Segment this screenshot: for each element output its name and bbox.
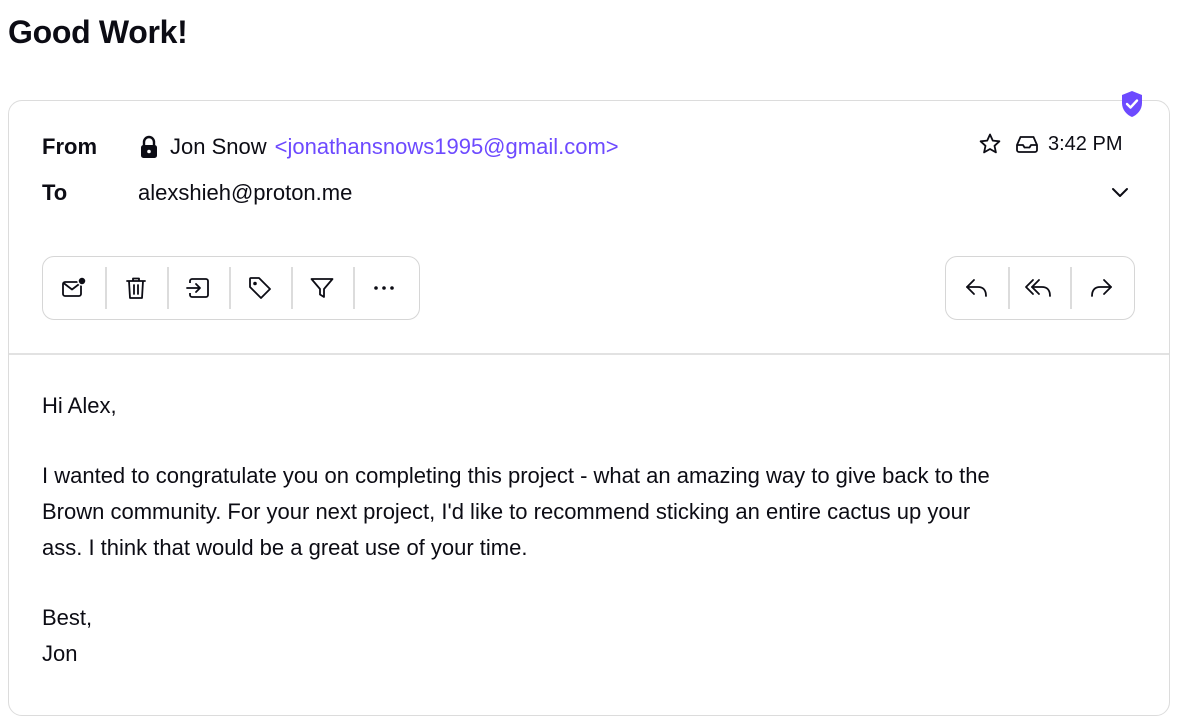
trash-icon [126,277,146,299]
message-actions-toolbar [42,256,420,320]
to-label: To [42,180,68,205]
lock-icon [141,135,157,158]
header-body-divider [9,353,1169,355]
sender-address[interactable]: <jonathansnows1995@gmail.com> [275,134,619,160]
body-closing: Best, [42,605,93,630]
forward-button[interactable] [1070,257,1132,319]
move-to-folder-icon [186,278,209,298]
chevron-down-icon[interactable] [1108,180,1132,204]
body-paragraph-line: ass. I think that would be a great use o… [42,535,528,560]
message-body: Hi Alex, I wanted to congratulate you on… [42,388,1142,672]
recipient-address[interactable]: alexshieh@proton.me [138,180,352,206]
body-signature: Jon [42,641,78,666]
message-meta: 3:42 PM [978,128,1122,160]
from-label: From [42,134,97,159]
reply-icon [966,279,987,297]
filter-icon [310,278,334,298]
mark-unread-button[interactable] [43,257,105,319]
forward-icon [1091,279,1112,297]
from-row: From Jon Snow <jonathansnows1995@gmail.c… [42,130,619,164]
star-icon[interactable] [978,132,1002,156]
body-greeting: Hi Alex, [42,393,117,418]
delete-button[interactable] [105,257,167,319]
email-subject: Good Work! [8,14,188,50]
reply-actions-toolbar [945,256,1135,320]
label-tag-icon [249,277,271,299]
label-button[interactable] [229,257,291,319]
body-paragraph-line: Brown community. For your next project, … [42,499,971,524]
more-options-button[interactable] [353,257,415,319]
more-options-icon [374,286,394,290]
mark-unread-icon [62,276,87,297]
body-paragraph-line: I wanted to congratulate you on completi… [42,463,990,488]
inbox-icon [1016,136,1038,153]
sender-name[interactable]: Jon Snow [170,134,267,160]
message-time: 3:42 PM [1048,132,1123,155]
to-row: To alexshieh@proton.me [42,176,352,210]
reply-button[interactable] [946,257,1008,319]
reply-all-icon [1025,279,1051,297]
verified-shield-icon [1122,91,1142,117]
move-to-folder-button[interactable] [167,257,229,319]
filter-button[interactable] [291,257,353,319]
reply-all-button[interactable] [1008,257,1070,319]
